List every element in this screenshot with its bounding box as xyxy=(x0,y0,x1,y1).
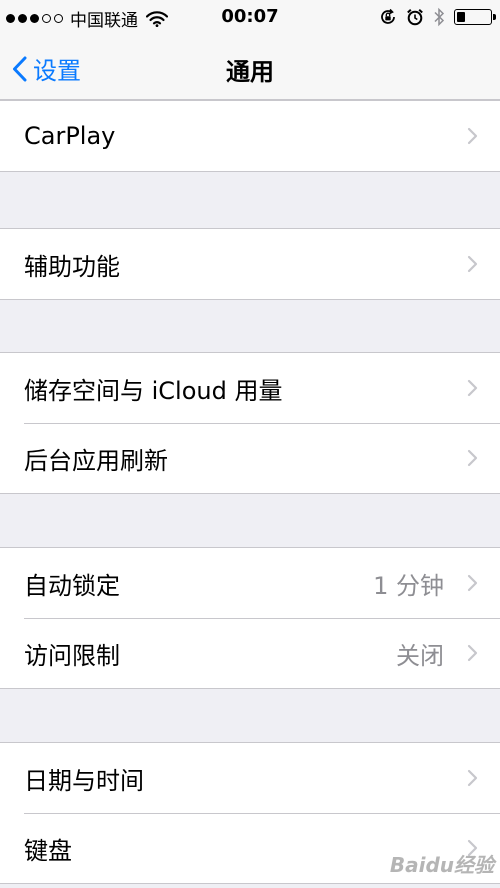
chevron-right-icon xyxy=(467,255,478,273)
chevron-right-icon xyxy=(467,379,478,397)
battery-level xyxy=(457,12,465,22)
row-label: 键盘 xyxy=(24,836,72,865)
settings-row-auto-lock[interactable]: 自动锁定 1 分钟 xyxy=(0,548,500,618)
status-right xyxy=(379,7,496,27)
row-label: 自动锁定 xyxy=(24,571,120,600)
settings-group-accessibility: 辅助功能 xyxy=(0,228,500,300)
settings-group-storage: 储存空间与 iCloud 用量 后台应用刷新 xyxy=(0,352,500,494)
chevron-right-icon xyxy=(467,769,478,787)
chevron-right-icon xyxy=(467,127,478,145)
settings-row-date-time[interactable]: 日期与时间 xyxy=(0,743,500,813)
row-label: 日期与时间 xyxy=(24,766,144,795)
row-value: 1 分钟 xyxy=(373,571,444,600)
settings-group-lock: 自动锁定 1 分钟 访问限制 关闭 xyxy=(0,547,500,689)
row-label: 访问限制 xyxy=(24,641,120,670)
chevron-right-icon xyxy=(467,449,478,467)
row-value: 关闭 xyxy=(396,641,444,670)
settings-row-background-refresh[interactable]: 后台应用刷新 xyxy=(0,423,500,493)
alarm-icon xyxy=(407,9,423,26)
row-label: CarPlay xyxy=(24,122,116,150)
page-title: 通用 xyxy=(226,58,274,86)
settings-row-restrictions[interactable]: 访问限制 关闭 xyxy=(0,618,500,688)
settings-group-carplay: CarPlay xyxy=(0,100,500,172)
chevron-right-icon xyxy=(467,574,478,592)
row-label: 后台应用刷新 xyxy=(24,446,168,475)
row-label: 储存空间与 iCloud 用量 xyxy=(24,376,283,405)
row-label: 辅助功能 xyxy=(24,252,120,281)
status-bar: 中国联通 00:07 xyxy=(0,0,500,34)
watermark: Baidu经验 xyxy=(389,853,494,877)
battery-icon xyxy=(454,9,496,25)
orientation-lock-icon xyxy=(381,8,395,24)
settings-row-carplay[interactable]: CarPlay xyxy=(0,101,500,171)
bluetooth-icon xyxy=(434,7,445,27)
settings-row-storage-icloud[interactable]: 储存空间与 iCloud 用量 xyxy=(0,353,500,423)
chevron-right-icon xyxy=(467,644,478,662)
navigation-bar: 设置 通用 xyxy=(0,34,500,100)
settings-row-accessibility[interactable]: 辅助功能 xyxy=(0,229,500,299)
